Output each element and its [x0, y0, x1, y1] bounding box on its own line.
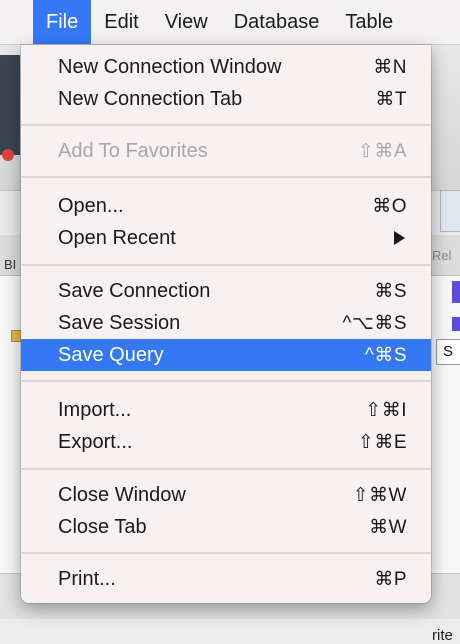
- menu-view[interactable]: View: [152, 0, 221, 44]
- menu-item-shortcut: ⇧⌘E: [357, 431, 407, 453]
- menu-item-open[interactable]: Open... ⌘O: [21, 190, 431, 222]
- menu-item-save-session[interactable]: Save Session ^⌥⌘S: [21, 307, 431, 339]
- menu-separator: [21, 264, 431, 266]
- menu-item-shortcut: ⌘S: [374, 280, 407, 302]
- menu-item-label: New Connection Window: [58, 55, 282, 78]
- menu-file[interactable]: File: [33, 0, 92, 44]
- menu-item-shortcut: ⌘T: [375, 88, 407, 110]
- menu-item-open-recent[interactable]: Open Recent: [21, 222, 431, 254]
- menu-item-shortcut: ⌘W: [369, 516, 407, 538]
- background-label: rite: [432, 627, 453, 644]
- menu-item-import[interactable]: Import... ⇧⌘I: [21, 394, 431, 426]
- menu-item-label: Open...: [58, 194, 124, 217]
- menu-item-new-connection-tab[interactable]: New Connection Tab ⌘T: [21, 83, 431, 115]
- menu-item-shortcut: ⌘P: [374, 568, 407, 590]
- menu-item-shortcut: ^⌥⌘S: [342, 312, 407, 334]
- background-marker: [452, 281, 460, 303]
- menu-item-save-connection[interactable]: Save Connection ⌘S: [21, 275, 431, 307]
- menu-item-label: Save Connection: [58, 279, 211, 302]
- menu-item-export[interactable]: Export... ⇧⌘E: [21, 426, 431, 458]
- menu-item-save-query[interactable]: Save Query ^⌘S: [21, 339, 431, 371]
- menu-item-shortcut: ⇧⌘A: [357, 140, 407, 162]
- menu-table[interactable]: Table: [332, 0, 406, 44]
- window-close-dot[interactable]: [2, 149, 14, 161]
- menu-item-label: Import...: [58, 398, 132, 421]
- menu-item-label: Save Session: [58, 311, 181, 334]
- menu-item-label: Export...: [58, 430, 133, 453]
- menu-database[interactable]: Database: [221, 0, 333, 44]
- menu-separator: [21, 124, 431, 126]
- menu-item-label: Print...: [58, 567, 116, 590]
- menu-separator: [21, 552, 431, 554]
- menu-item-label: New Connection Tab: [58, 87, 243, 110]
- menu-item-label: Close Window: [58, 483, 186, 506]
- relations-icon[interactable]: [440, 190, 460, 232]
- background-label: BI: [4, 257, 17, 272]
- menu-item-close-window[interactable]: Close Window ⇧⌘W: [21, 479, 431, 511]
- menu-item-add-to-favorites: Add To Favorites ⇧⌘A: [21, 135, 431, 167]
- relations-label: Rel: [432, 248, 452, 263]
- menu-separator: [21, 380, 431, 382]
- menu-separator: [21, 176, 431, 178]
- menu-item-shortcut: ⌘N: [373, 56, 407, 78]
- menu-item-shortcut: ⇧⌘I: [365, 399, 407, 421]
- menu-item-print[interactable]: Print... ⌘P: [21, 563, 431, 595]
- menu-separator: [21, 468, 431, 470]
- background-field[interactable]: S: [436, 339, 460, 365]
- menu-item-shortcut: ⇧⌘W: [352, 484, 407, 506]
- menu-item-shortcut: ⌘O: [372, 195, 407, 217]
- menu-item-label: Save Query: [58, 343, 164, 366]
- background-sidebar-strip: [0, 55, 20, 155]
- menu-edit[interactable]: Edit: [91, 0, 151, 44]
- background-marker: [452, 317, 460, 331]
- file-menu-dropdown: New Connection Window ⌘N New Connection …: [21, 45, 431, 603]
- menu-item-label: Open Recent: [58, 226, 176, 249]
- menu-item-label: Add To Favorites: [58, 139, 208, 162]
- menu-bar: File Edit View Database Table: [0, 0, 460, 45]
- menu-item-close-tab[interactable]: Close Tab ⌘W: [21, 511, 431, 543]
- menu-item-shortcut: ^⌘S: [364, 344, 407, 366]
- menu-item-new-connection-window[interactable]: New Connection Window ⌘N: [21, 51, 431, 83]
- submenu-arrow-icon: [394, 231, 405, 245]
- menu-item-label: Close Tab: [58, 515, 147, 538]
